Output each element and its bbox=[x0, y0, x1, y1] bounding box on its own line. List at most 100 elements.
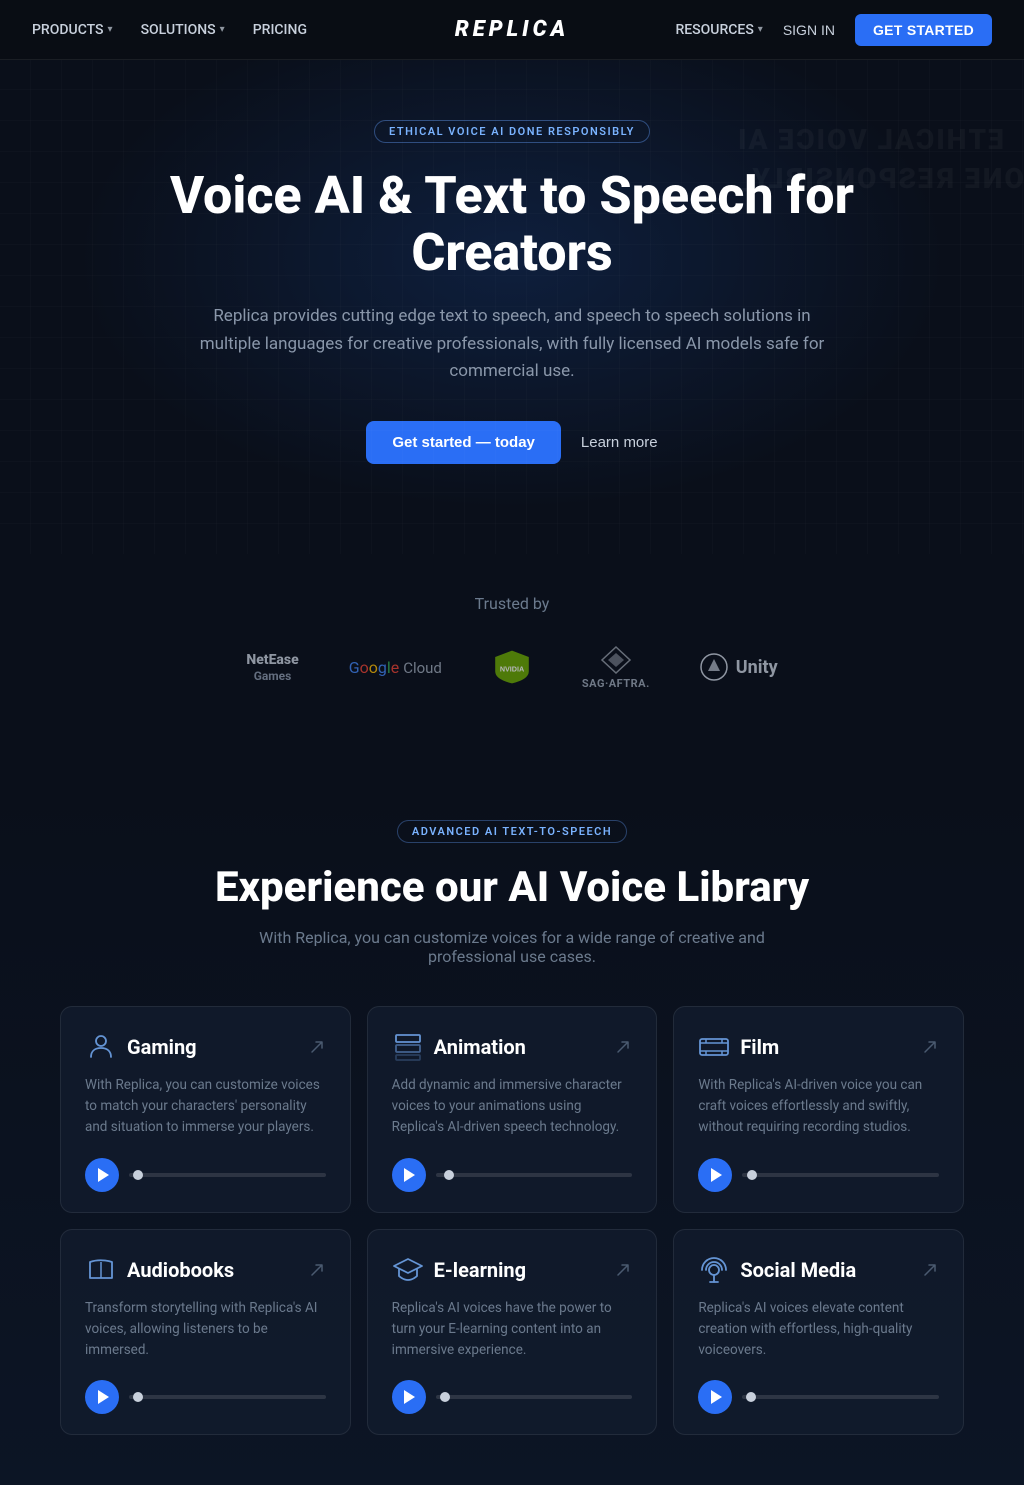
card-social-media-title-row: Social Media bbox=[698, 1254, 856, 1286]
card-film: Film With Replica's AI-driven voice you … bbox=[673, 1006, 964, 1213]
nav-products[interactable]: PRODUCTS ▾ bbox=[32, 22, 113, 38]
card-gaming-play-button[interactable] bbox=[85, 1158, 119, 1192]
play-triangle-icon bbox=[711, 1168, 722, 1182]
nav-solutions[interactable]: SOLUTIONS ▾ bbox=[141, 22, 225, 38]
card-audiobooks-play-button[interactable] bbox=[85, 1380, 119, 1414]
nav-pricing[interactable]: PRICING bbox=[253, 22, 307, 38]
card-social-media-progress-bar[interactable] bbox=[742, 1395, 939, 1399]
animation-icon bbox=[392, 1031, 424, 1063]
hero-section: ETHICAL VOICE AI DONE RESPONSIBLY_ ETHIC… bbox=[0, 60, 1024, 554]
card-animation-external-icon[interactable] bbox=[614, 1038, 632, 1056]
card-animation: Animation Add dynamic and immersive char… bbox=[367, 1006, 658, 1213]
film-icon bbox=[698, 1031, 730, 1063]
card-elearning-progress-bar[interactable] bbox=[436, 1395, 633, 1399]
card-film-desc: With Replica's AI-driven voice you can c… bbox=[698, 1075, 939, 1138]
play-triangle-icon bbox=[98, 1168, 109, 1182]
card-film-progress-bar[interactable] bbox=[742, 1173, 939, 1177]
play-triangle-icon bbox=[711, 1390, 722, 1404]
card-audiobooks-player bbox=[85, 1380, 326, 1414]
progress-dot bbox=[133, 1170, 143, 1180]
card-elearning-player bbox=[392, 1380, 633, 1414]
logo-unity: Unity bbox=[700, 653, 778, 681]
progress-dot bbox=[133, 1392, 143, 1402]
card-animation-header: Animation bbox=[392, 1031, 633, 1063]
progress-dot bbox=[444, 1170, 454, 1180]
sign-in-button[interactable]: SIGN IN bbox=[783, 22, 835, 38]
nav-products-chevron: ▾ bbox=[108, 24, 113, 35]
progress-dot bbox=[440, 1392, 450, 1402]
card-elearning-external-icon[interactable] bbox=[614, 1261, 632, 1279]
card-social-media-play-button[interactable] bbox=[698, 1380, 732, 1414]
nav-left: PRODUCTS ▾ SOLUTIONS ▾ PRICING bbox=[32, 22, 307, 38]
hero-badge: ETHICAL VOICE AI DONE RESPONSIBLY bbox=[374, 120, 650, 143]
voice-library-subtitle: With Replica, you can customize voices f… bbox=[232, 928, 792, 966]
card-film-player bbox=[698, 1158, 939, 1192]
navbar: PRODUCTS ▾ SOLUTIONS ▾ PRICING REPLICA R… bbox=[0, 0, 1024, 60]
nav-right: RESOURCES ▾ SIGN IN GET STARTED bbox=[675, 14, 992, 46]
gaming-icon bbox=[85, 1031, 117, 1063]
card-social-media-player bbox=[698, 1380, 939, 1414]
card-animation-play-button[interactable] bbox=[392, 1158, 426, 1192]
nav-resources-label: RESOURCES bbox=[675, 22, 753, 38]
card-audiobooks-title-row: Audiobooks bbox=[85, 1254, 234, 1286]
card-elearning-desc: Replica's AI voices have the power to tu… bbox=[392, 1298, 633, 1361]
logo-sagaftra: SAG·AFTRA. bbox=[582, 645, 650, 690]
voice-library-title: Experience our AI Voice Library bbox=[60, 863, 964, 912]
progress-dot bbox=[747, 1170, 757, 1180]
card-social-media: Social Media Replica's AI voices elevate… bbox=[673, 1229, 964, 1436]
nav-get-started-button[interactable]: GET STARTED bbox=[855, 14, 992, 46]
card-film-external-icon[interactable] bbox=[921, 1038, 939, 1056]
play-triangle-icon bbox=[98, 1390, 109, 1404]
card-film-play-button[interactable] bbox=[698, 1158, 732, 1192]
progress-dot bbox=[746, 1392, 756, 1402]
card-animation-desc: Add dynamic and immersive character voic… bbox=[392, 1075, 633, 1138]
logo-nvidia: NVIDIA bbox=[492, 649, 532, 685]
podcast-icon bbox=[698, 1254, 730, 1286]
logo-google: Google Cloud bbox=[349, 658, 442, 677]
hero-title: Voice AI & Text to Speech for Creators bbox=[142, 167, 882, 281]
trusted-section: Trusted by NetEase Games Google Cloud NV… bbox=[0, 554, 1024, 740]
card-gaming-external-icon[interactable] bbox=[308, 1038, 326, 1056]
card-gaming-desc: With Replica, you can customize voices t… bbox=[85, 1075, 326, 1138]
card-audiobooks-title: Audiobooks bbox=[127, 1258, 234, 1282]
card-gaming: Gaming With Replica, you can customize v… bbox=[60, 1006, 351, 1213]
nav-products-label: PRODUCTS bbox=[32, 22, 104, 38]
card-film-header: Film bbox=[698, 1031, 939, 1063]
card-audiobooks: Audiobooks Transform storytelling with R… bbox=[60, 1229, 351, 1436]
card-animation-progress-bar[interactable] bbox=[436, 1173, 633, 1177]
card-elearning: E-learning Replica's AI voices have the … bbox=[367, 1229, 658, 1436]
hero-learn-more-button[interactable]: Learn more bbox=[581, 434, 658, 451]
svg-text:NVIDIA: NVIDIA bbox=[500, 665, 524, 674]
card-social-media-external-icon[interactable] bbox=[921, 1261, 939, 1279]
nav-solutions-chevron: ▾ bbox=[220, 24, 225, 35]
card-audiobooks-external-icon[interactable] bbox=[308, 1261, 326, 1279]
hero-ctas: Get started — today Learn more bbox=[40, 421, 984, 464]
card-film-title: Film bbox=[740, 1035, 779, 1059]
card-social-media-header: Social Media bbox=[698, 1254, 939, 1286]
card-gaming-header: Gaming bbox=[85, 1031, 326, 1063]
trusted-logos: NetEase Games Google Cloud NVIDIA SAG·AF… bbox=[60, 645, 964, 690]
card-social-media-title: Social Media bbox=[740, 1258, 856, 1282]
card-social-media-desc: Replica's AI voices elevate content crea… bbox=[698, 1298, 939, 1361]
card-film-title-row: Film bbox=[698, 1031, 779, 1063]
card-gaming-progress-bar[interactable] bbox=[129, 1173, 326, 1177]
card-gaming-title-row: Gaming bbox=[85, 1031, 197, 1063]
audiobooks-icon bbox=[85, 1254, 117, 1286]
hero-get-started-button[interactable]: Get started — today bbox=[366, 421, 561, 464]
nav-resources[interactable]: RESOURCES ▾ bbox=[675, 22, 762, 38]
voice-library-badge: ADVANCED AI TEXT-TO-SPEECH bbox=[397, 820, 627, 843]
card-elearning-play-button[interactable] bbox=[392, 1380, 426, 1414]
card-gaming-player bbox=[85, 1158, 326, 1192]
card-audiobooks-desc: Transform storytelling with Replica's AI… bbox=[85, 1298, 326, 1361]
card-elearning-title: E-learning bbox=[434, 1258, 526, 1282]
card-audiobooks-header: Audiobooks bbox=[85, 1254, 326, 1286]
card-audiobooks-progress-bar[interactable] bbox=[129, 1395, 326, 1399]
logo-netease: NetEase Games bbox=[246, 652, 298, 683]
nav-solutions-label: SOLUTIONS bbox=[141, 22, 216, 38]
play-triangle-icon bbox=[404, 1390, 415, 1404]
section-spacer bbox=[0, 740, 1024, 780]
trusted-label: Trusted by bbox=[60, 594, 964, 613]
play-triangle-icon bbox=[404, 1168, 415, 1182]
card-gaming-title: Gaming bbox=[127, 1035, 197, 1059]
site-logo[interactable]: REPLICA bbox=[455, 17, 569, 42]
